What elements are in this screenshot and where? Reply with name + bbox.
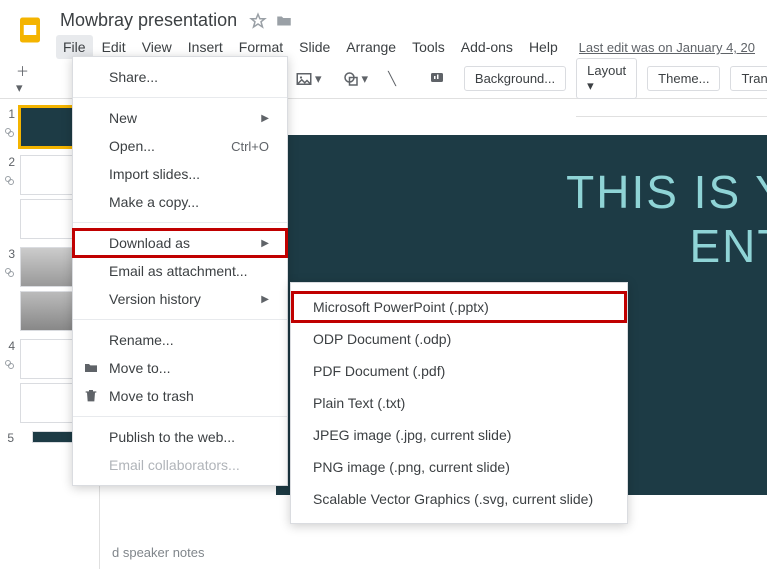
thumb-number: 3 [5, 247, 15, 261]
file-move-to[interactable]: Move to... [73, 354, 287, 382]
chevron-right-icon: ▶ [261, 294, 269, 305]
slide-title-line1: THIS IS YOUR [306, 165, 767, 219]
file-version-history[interactable]: Version history▶ [73, 285, 287, 313]
theme-button[interactable]: Theme... [647, 66, 720, 91]
menu-tools[interactable]: Tools [405, 35, 452, 59]
chevron-right-icon: ▶ [261, 238, 269, 249]
background-button[interactable]: Background... [464, 66, 566, 91]
download-odp[interactable]: ODP Document (.odp) [291, 323, 627, 355]
animation-icon [4, 267, 16, 279]
chevron-right-icon: ▶ [261, 113, 269, 124]
animation-icon [4, 359, 16, 371]
file-share[interactable]: Share... [73, 63, 287, 91]
star-icon[interactable] [249, 12, 267, 30]
file-download-as[interactable]: Download as▶ [73, 229, 287, 257]
file-new[interactable]: New▶ [73, 104, 287, 132]
last-edit-link[interactable]: Last edit was on January 4, 20 [579, 40, 755, 59]
image-icon[interactable]: ▾ [287, 64, 330, 94]
file-move-trash[interactable]: Move to trash [73, 382, 287, 410]
file-email-collaborators: Email collaborators... [73, 451, 287, 479]
download-pdf[interactable]: PDF Document (.pdf) [291, 355, 627, 387]
file-publish-web[interactable]: Publish to the web... [73, 423, 287, 451]
doc-title[interactable]: Mowbray presentation [56, 8, 241, 33]
menu-slide[interactable]: Slide [292, 35, 337, 59]
menu-help[interactable]: Help [522, 35, 565, 59]
header-bar: Mowbray presentation File Edit View Inse… [0, 0, 767, 59]
menu-arrange[interactable]: Arrange [339, 35, 403, 59]
line-icon[interactable]: ╲ [380, 65, 404, 93]
new-slide-button[interactable]: ＋ ▾ [8, 55, 37, 102]
thumb-number: 1 [5, 107, 15, 121]
file-menu-dropdown: Share... New▶ Open...Ctrl+O Import slide… [72, 56, 288, 486]
file-make-copy[interactable]: Make a copy... [73, 188, 287, 216]
animation-icon [4, 127, 16, 139]
download-png[interactable]: PNG image (.png, current slide) [291, 451, 627, 483]
shape-icon[interactable]: ▾ [334, 64, 377, 94]
folder-icon [83, 360, 99, 376]
thumb-number: 4 [5, 339, 15, 353]
file-rename[interactable]: Rename... [73, 326, 287, 354]
download-svg[interactable]: Scalable Vector Graphics (.svg, current … [291, 483, 627, 515]
thumb-number: 5 [4, 431, 14, 445]
file-import-slides[interactable]: Import slides... [73, 160, 287, 188]
trash-icon [83, 388, 99, 404]
file-email-attachment[interactable]: Email as attachment... [73, 257, 287, 285]
download-txt[interactable]: Plain Text (.txt) [291, 387, 627, 419]
layout-button[interactable]: Layout ▾ [576, 58, 637, 99]
ruler-horizontal [576, 99, 767, 117]
download-submenu: Microsoft PowerPoint (.pptx) ODP Documen… [290, 282, 628, 524]
folder-icon[interactable] [275, 12, 293, 30]
thumb-number: 2 [5, 155, 15, 169]
transition-button[interactable]: Transition... [730, 66, 767, 91]
slide-title-line2: ENTATIO [306, 219, 767, 273]
animation-icon [4, 175, 16, 187]
slides-logo[interactable] [12, 10, 48, 50]
download-pptx[interactable]: Microsoft PowerPoint (.pptx) [291, 291, 627, 323]
file-open[interactable]: Open...Ctrl+O [73, 132, 287, 160]
speaker-notes[interactable]: d speaker notes [100, 539, 767, 569]
comment-icon[interactable] [420, 64, 454, 94]
menu-addons[interactable]: Add-ons [454, 35, 520, 59]
download-jpg[interactable]: JPEG image (.jpg, current slide) [291, 419, 627, 451]
